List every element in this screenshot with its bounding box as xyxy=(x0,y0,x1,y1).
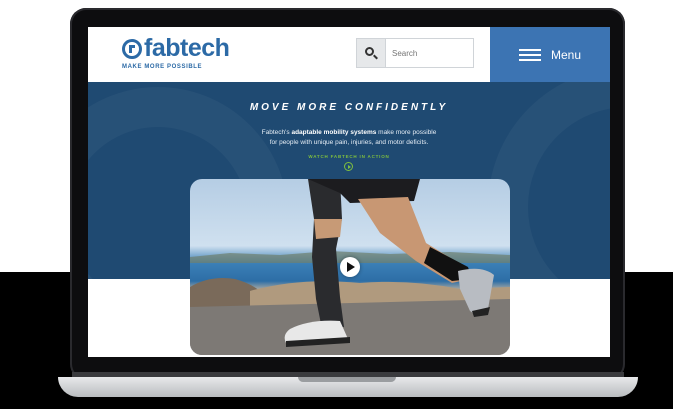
search-icon xyxy=(365,47,374,56)
logo-mark-icon xyxy=(122,38,142,59)
play-icon xyxy=(347,262,355,272)
play-circle-icon[interactable] xyxy=(344,162,353,171)
site-header: fabtech MAKE MORE POSSIBLE Menu xyxy=(88,27,610,82)
search-input[interactable] xyxy=(386,38,474,68)
laptop-base-notch xyxy=(298,377,396,382)
laptop-screen: fabtech MAKE MORE POSSIBLE Menu MOVE MOR… xyxy=(88,27,610,357)
menu-button[interactable]: Menu xyxy=(490,27,610,82)
hero-subtitle: Fabtech's adaptable mobility systems mak… xyxy=(218,128,480,148)
hero-title: MOVE MORE CONFIDENTLY xyxy=(249,102,449,113)
watch-in-action-link[interactable]: WATCH FABTECH IN ACTION xyxy=(88,154,610,159)
site-logo[interactable]: fabtech xyxy=(122,34,230,62)
menu-label: Menu xyxy=(550,47,582,62)
hero-subtitle-line2: for people with unique pain, injuries, a… xyxy=(269,139,429,146)
logo-tagline: MAKE MORE POSSIBLE xyxy=(122,64,203,70)
hero-video[interactable] xyxy=(190,179,510,355)
play-button[interactable] xyxy=(340,257,360,277)
hero-subtitle-line1-suffix: make more possible xyxy=(376,129,437,136)
logo-text: fabtech xyxy=(144,34,230,62)
hero-subtitle-prefix: Fabtech's xyxy=(261,129,292,136)
hamburger-icon xyxy=(518,48,541,61)
search-button[interactable] xyxy=(356,38,386,68)
hero-subtitle-bold: adaptable mobility systems xyxy=(291,129,377,136)
